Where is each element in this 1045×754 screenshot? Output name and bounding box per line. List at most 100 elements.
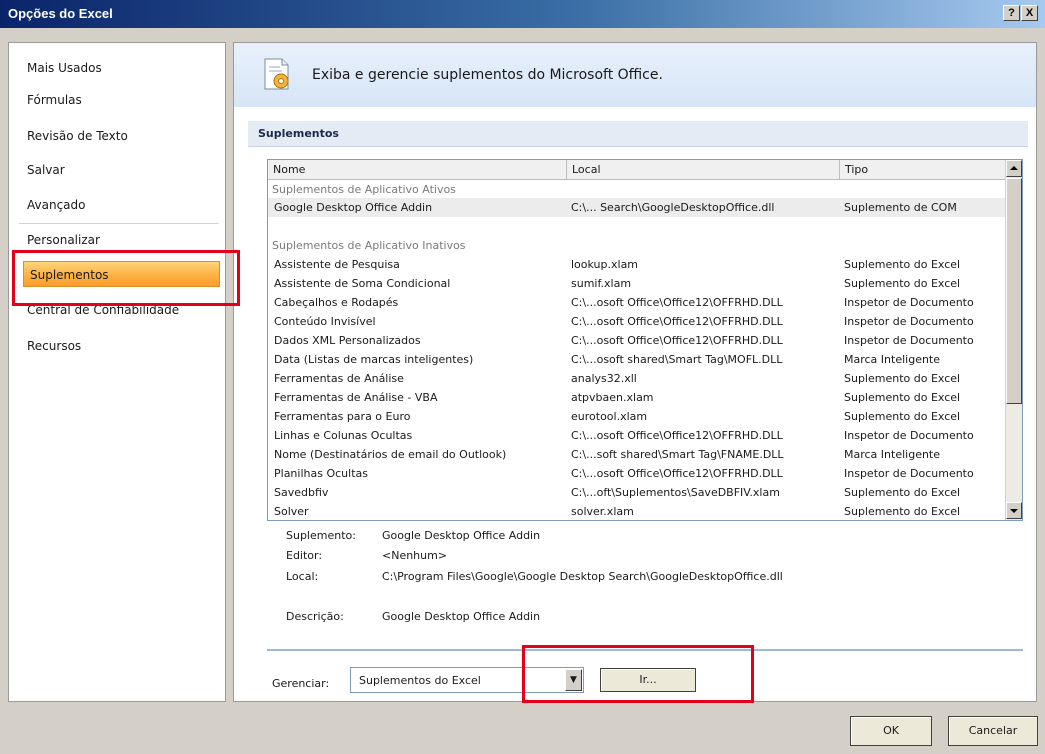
addin-location: solver.xlam (571, 505, 634, 518)
sidebar-item-mais-usados[interactable]: Mais Usados (27, 61, 102, 75)
detail-addin-value: Google Desktop Office Addin (382, 529, 541, 542)
sidebar-item-personalizar[interactable]: Personalizar (27, 233, 100, 247)
addin-type: Marca Inteligente (844, 353, 941, 366)
detail-location-value: C:\Program Files\Google\Google Desktop S… (382, 570, 783, 583)
column-header-nome[interactable]: Nome (268, 160, 567, 180)
table-row[interactable]: Dados XML Personalizados C:\...osoft Off… (268, 331, 1005, 350)
sidebar-item-formulas[interactable]: Fórmulas (27, 93, 82, 107)
scroll-up-button[interactable] (1006, 160, 1022, 177)
addin-name: Linhas e Colunas Ocultas (274, 429, 413, 442)
addins-list[interactable]: Nome Local Tipo Suplementos de Aplicativ… (267, 159, 1023, 521)
addin-location: C:\... Search\GoogleDesktopOffice.dll (571, 201, 775, 214)
table-row[interactable]: Data (Listas de marcas inteligentes) C:\… (268, 350, 1005, 369)
sidebar-item-salvar[interactable]: Salvar (27, 163, 65, 177)
addin-location: C:\...oft\Suplementos\SaveDBFIV.xlam (571, 486, 780, 499)
addin-location: lookup.xlam (571, 258, 639, 271)
addin-name: Ferramentas de Análise - VBA (274, 391, 438, 404)
addin-name: Assistente de Soma Condicional (274, 277, 451, 290)
addin-location: C:\...osoft Office\Office12\OFFRHD.DLL (571, 315, 783, 328)
table-row[interactable]: Ferramentas para o Euro eurotool.xlam Su… (268, 407, 1005, 426)
addin-name: Assistente de Pesquisa (274, 258, 400, 271)
cancel-button[interactable]: Cancelar (948, 716, 1038, 746)
addin-name: Google Desktop Office Addin (274, 201, 433, 214)
table-row[interactable]: Google Desktop Office Addin C:\... Searc… (268, 198, 1005, 217)
group-title-active: Suplementos de Aplicativo Ativos (272, 183, 456, 196)
addin-location: atpvbaen.xlam (571, 391, 654, 404)
detail-location-label: Local: (286, 570, 319, 583)
close-button[interactable]: X (1021, 5, 1038, 21)
chevron-down-icon (1010, 509, 1018, 513)
detail-description-label: Descrição: (286, 610, 344, 623)
sidebar-item-revisao-de-texto[interactable]: Revisão de Texto (27, 129, 128, 143)
addin-location: C:\...osoft Office\Office12\OFFRHD.DLL (571, 334, 783, 347)
addin-type: Suplemento do Excel (844, 372, 961, 385)
manage-select[interactable]: Suplementos do Excel ▼ (350, 667, 584, 693)
panel-header-text: Exiba e gerencie suplementos do Microsof… (312, 67, 663, 83)
dropdown-arrow-icon[interactable]: ▼ (565, 669, 582, 691)
manage-select-value: Suplementos do Excel (359, 674, 481, 687)
group-title-inactive: Suplementos de Aplicativo Inativos (272, 239, 466, 252)
addins-gear-icon (264, 58, 289, 90)
addin-name: Ferramentas para o Euro (274, 410, 411, 423)
addin-location: C:\...osoft Office\Office12\OFFRHD.DLL (571, 467, 783, 480)
addin-type: Inspetor de Documento (844, 467, 974, 480)
excel-options-dialog: Opções do Excel ? X Mais Usados Fórmulas… (0, 0, 1045, 754)
table-row[interactable]: Savedbfiv C:\...oft\Suplementos\SaveDBFI… (268, 483, 1005, 502)
ok-button[interactable]: OK (850, 716, 932, 746)
scroll-thumb[interactable] (1006, 178, 1022, 404)
sidebar-item-avancado[interactable]: Avançado (27, 198, 85, 212)
sidebar-item-recursos[interactable]: Recursos (27, 339, 81, 353)
table-row[interactable]: Ferramentas de Análise - VBA atpvbaen.xl… (268, 388, 1005, 407)
column-header-tipo[interactable]: Tipo (840, 160, 1006, 180)
addin-name: Solver (274, 505, 309, 518)
chevron-up-icon (1010, 166, 1018, 170)
addin-type: Suplemento do Excel (844, 505, 961, 518)
detail-description-value: Google Desktop Office Addin (382, 610, 541, 623)
addin-name: Planilhas Ocultas (274, 467, 368, 480)
addin-location: C:\...soft shared\Smart Tag\FNAME.DLL (571, 448, 784, 461)
addin-type: Inspetor de Documento (844, 296, 974, 309)
window-title: Opções do Excel (8, 6, 113, 21)
addin-type: Suplemento do Excel (844, 486, 961, 499)
table-row[interactable]: Planilhas Ocultas C:\...osoft Office\Off… (268, 464, 1005, 483)
addin-type: Marca Inteligente (844, 448, 941, 461)
section-title: Suplementos (248, 121, 1028, 147)
table-row[interactable]: Cabeçalhos e Rodapés C:\...osoft Office\… (268, 293, 1005, 312)
addin-name: Ferramentas de Análise (274, 372, 404, 385)
help-button[interactable]: ? (1003, 5, 1020, 21)
addin-name: Savedbfiv (274, 486, 329, 499)
go-button[interactable]: Ir... (600, 668, 696, 692)
sidebar-item-suplementos[interactable]: Suplementos (23, 261, 220, 287)
table-row[interactable]: Ferramentas de Análise analys32.xll Supl… (268, 369, 1005, 388)
addin-name: Conteúdo Invisível (274, 315, 376, 328)
table-row[interactable]: Nome (Destinatários de email do Outlook)… (268, 445, 1005, 464)
addin-type: Suplemento do Excel (844, 391, 961, 404)
addin-type: Inspetor de Documento (844, 334, 974, 347)
addin-location: C:\...osoft Office\Office12\OFFRHD.DLL (571, 429, 783, 442)
table-row[interactable]: Solver solver.xlam Suplemento do Excel (268, 502, 1005, 520)
addin-type: Inspetor de Documento (844, 315, 974, 328)
addin-location: C:\...osoft shared\Smart Tag\MOFL.DLL (571, 353, 783, 366)
addin-name: Cabeçalhos e Rodapés (274, 296, 399, 309)
table-row[interactable]: Assistente de Soma Condicional sumif.xla… (268, 274, 1005, 293)
title-bar[interactable]: Opções do Excel ? X (0, 0, 1045, 28)
scroll-down-button[interactable] (1006, 502, 1022, 519)
sidebar-item-central-de-confiabilidade[interactable]: Central de Confiabilidade (27, 303, 179, 317)
table-row[interactable]: Conteúdo Invisível C:\...osoft Office\Of… (268, 312, 1005, 331)
addin-location: eurotool.xlam (571, 410, 648, 423)
detail-addin-label: Suplemento: (286, 529, 356, 542)
addin-name: Nome (Destinatários de email do Outlook) (274, 448, 507, 461)
addin-type: Suplemento do Excel (844, 258, 961, 271)
addin-name: Dados XML Personalizados (274, 334, 421, 347)
addin-type: Suplemento do Excel (844, 410, 961, 423)
table-row[interactable]: Assistente de Pesquisa lookup.xlam Suple… (268, 255, 1005, 274)
detail-publisher-label: Editor: (286, 549, 323, 562)
options-sidebar: Mais Usados Fórmulas Revisão de Texto Sa… (8, 42, 226, 702)
addin-location: C:\...osoft Office\Office12\OFFRHD.DLL (571, 296, 783, 309)
sidebar-divider (19, 223, 219, 224)
table-row[interactable]: Linhas e Colunas Ocultas C:\...osoft Off… (268, 426, 1005, 445)
addin-type: Suplemento do Excel (844, 277, 961, 290)
divider (267, 649, 1023, 651)
list-scrollbar[interactable] (1005, 160, 1022, 520)
column-header-local[interactable]: Local (567, 160, 840, 180)
